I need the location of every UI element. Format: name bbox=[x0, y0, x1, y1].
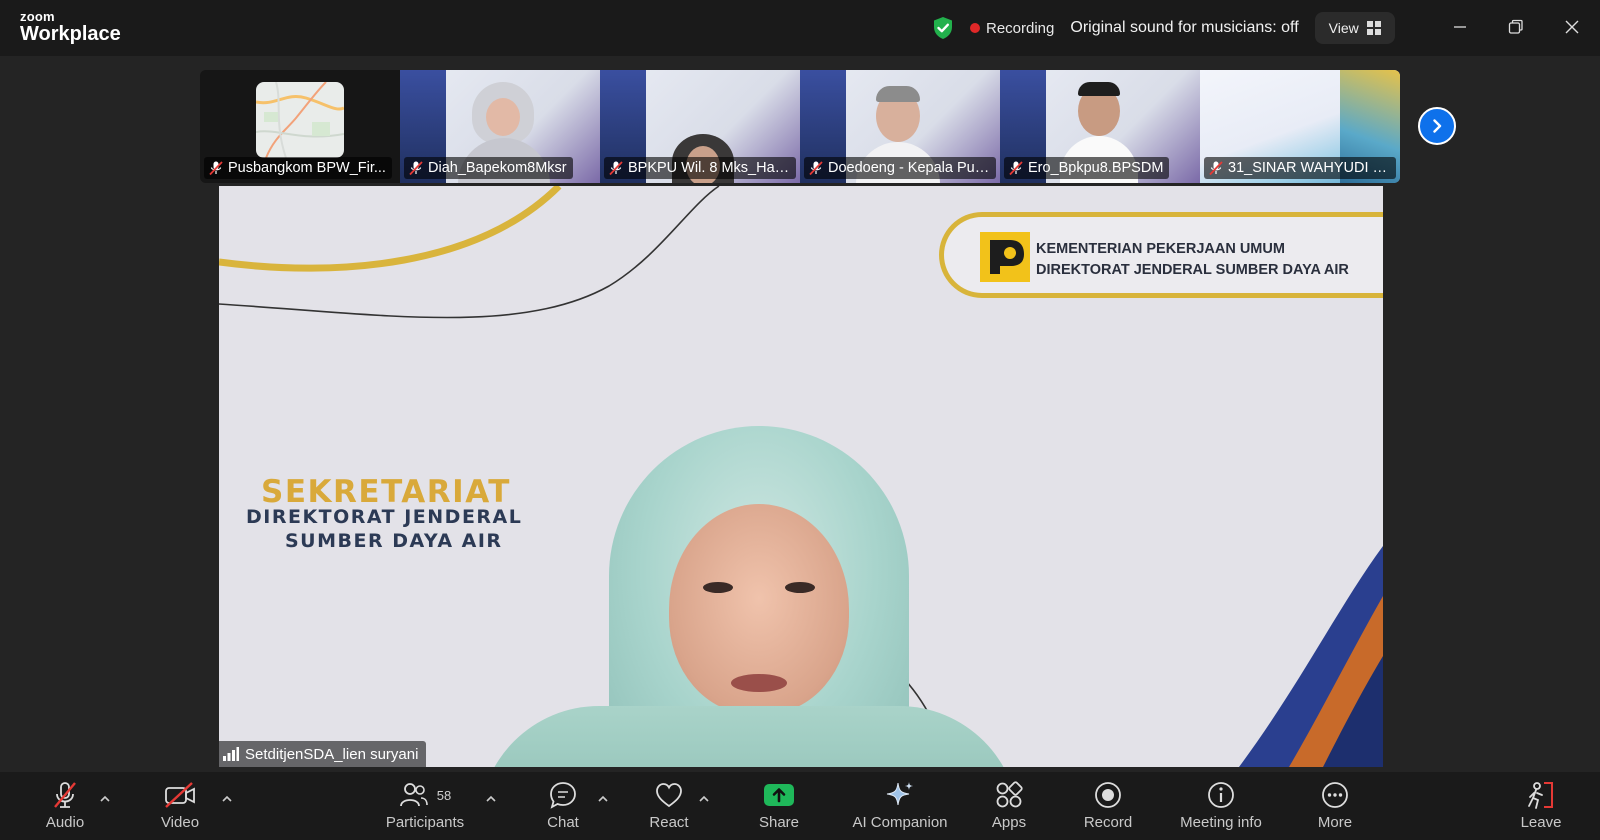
minimize-button[interactable] bbox=[1440, 10, 1480, 44]
signal-bars-icon bbox=[223, 747, 239, 761]
react-options-caret[interactable] bbox=[697, 792, 711, 806]
audio-options-caret[interactable] bbox=[98, 792, 112, 806]
mic-muted-icon bbox=[609, 161, 623, 176]
ai-companion-button[interactable]: AI Companion bbox=[848, 778, 952, 836]
video-options-caret[interactable] bbox=[220, 792, 234, 806]
more-dots-icon bbox=[1322, 782, 1348, 808]
chevron-up-icon bbox=[222, 795, 232, 802]
chat-button[interactable]: Chat bbox=[538, 778, 588, 836]
participants-icon bbox=[399, 783, 428, 807]
video-button[interactable]: Video bbox=[155, 778, 205, 836]
record-icon bbox=[1095, 782, 1121, 808]
recording-dot-icon bbox=[970, 23, 980, 33]
close-button[interactable] bbox=[1552, 10, 1592, 44]
shield-icon[interactable] bbox=[930, 15, 956, 41]
participant-name-label: Pusbangkom BPW_Fir... bbox=[204, 157, 392, 179]
participant-strip: Pusbangkom BPW_Fir... Diah_Bapekom8Mksr … bbox=[200, 70, 1400, 183]
ministry-logo-icon bbox=[980, 232, 1030, 282]
chevron-up-icon bbox=[699, 795, 709, 802]
restore-button[interactable] bbox=[1496, 10, 1536, 44]
share-screen-icon bbox=[764, 784, 794, 806]
audio-button[interactable]: Audio bbox=[40, 778, 90, 836]
participant-name-label: Doedoeng - Kepala Pusb... bbox=[804, 157, 996, 179]
grid-icon bbox=[1366, 21, 1381, 35]
view-button[interactable]: View bbox=[1314, 12, 1395, 44]
chevron-up-icon bbox=[486, 795, 496, 802]
apps-button[interactable]: Apps bbox=[984, 778, 1034, 836]
mic-muted-icon bbox=[809, 161, 823, 176]
map-avatar-icon bbox=[256, 82, 344, 158]
brand-large: Workplace bbox=[20, 23, 121, 45]
participant-count: 58 bbox=[436, 787, 452, 803]
meeting-toolbar: Audio Video 58 Participants Chat React S… bbox=[0, 772, 1600, 840]
background-subtitle-1: DIREKTORAT JENDERAL bbox=[246, 506, 523, 528]
meeting-status: Recording Original sound for musicians: … bbox=[930, 12, 1395, 44]
original-sound-status[interactable]: Original sound for musicians: off bbox=[1070, 19, 1298, 37]
restore-icon bbox=[1508, 19, 1523, 34]
participant-tile[interactable]: 31_SINAR WAHYUDI S... bbox=[1200, 70, 1400, 183]
sparkle-icon bbox=[886, 782, 913, 806]
chevron-up-icon bbox=[100, 795, 110, 802]
leave-button[interactable]: Leave bbox=[1516, 778, 1566, 836]
mic-muted-icon bbox=[209, 161, 223, 176]
background-subtitle-2: SUMBER DAYA AIR bbox=[285, 530, 503, 552]
logo-line-1: KEMENTERIAN PEKERJAAN UMUM bbox=[1036, 241, 1285, 257]
participant-name-label: Ero_Bpkpu8.BPSDM bbox=[1004, 157, 1170, 179]
recording-indicator[interactable]: Recording bbox=[986, 20, 1054, 37]
participant-tile[interactable]: Diah_Bapekom8Mksr bbox=[400, 70, 600, 183]
participant-tile[interactable]: Pusbangkom BPW_Fir... bbox=[200, 70, 400, 183]
next-page-button[interactable] bbox=[1418, 107, 1456, 145]
mic-muted-icon bbox=[54, 782, 76, 808]
mic-muted-icon bbox=[1209, 161, 1223, 176]
speaker-mouth bbox=[731, 674, 787, 692]
close-icon bbox=[1565, 20, 1579, 34]
info-icon bbox=[1208, 782, 1234, 808]
leave-icon bbox=[1528, 782, 1553, 809]
chat-icon bbox=[550, 782, 576, 809]
share-button[interactable]: Share bbox=[752, 778, 806, 836]
video-off-icon bbox=[165, 782, 195, 808]
apps-icon bbox=[996, 781, 1023, 808]
brand-small: zoom bbox=[20, 9, 55, 24]
speaker-eye-left bbox=[703, 582, 733, 593]
participant-name-label: BPKPU Wil. 8 Mks_Has... bbox=[604, 157, 796, 179]
participants-options-caret[interactable] bbox=[484, 792, 498, 806]
meeting-info-button[interactable]: Meeting info bbox=[1174, 778, 1268, 836]
minimize-icon bbox=[1454, 26, 1466, 28]
active-speaker-video[interactable]: SEKRETARIAT DIREKTORAT JENDERAL SUMBER D… bbox=[219, 186, 1383, 767]
logo-line-2: DIREKTORAT JENDERAL SUMBER DAYA AIR bbox=[1036, 262, 1349, 278]
participant-name-label: Diah_Bapekom8Mksr bbox=[404, 157, 573, 179]
mic-muted-icon bbox=[409, 161, 423, 176]
title-bar: zoom Workplace Recording Original sound … bbox=[0, 0, 1600, 56]
chat-options-caret[interactable] bbox=[596, 792, 610, 806]
heart-icon bbox=[656, 783, 682, 808]
participant-tile[interactable]: Doedoeng - Kepala Pusb... bbox=[800, 70, 1000, 183]
app-logo: zoom Workplace bbox=[20, 10, 121, 44]
participant-tile[interactable]: Ero_Bpkpu8.BPSDM bbox=[1000, 70, 1200, 183]
ministry-logo-banner: KEMENTERIAN PEKERJAAN UMUM DIREKTORAT JE… bbox=[939, 212, 1383, 298]
view-label: View bbox=[1328, 20, 1359, 36]
speaker-eye-right bbox=[785, 582, 815, 593]
mic-muted-icon bbox=[1009, 161, 1023, 176]
chevron-right-icon bbox=[1433, 119, 1442, 133]
participant-name-label: 31_SINAR WAHYUDI S... bbox=[1204, 157, 1396, 179]
more-button[interactable]: More bbox=[1310, 778, 1360, 836]
participants-button[interactable]: 58 Participants bbox=[380, 778, 470, 836]
speaker-body bbox=[479, 706, 1019, 767]
speaker-name-label: SetditjenSDA_lien suryani bbox=[219, 741, 427, 767]
record-button[interactable]: Record bbox=[1080, 778, 1136, 836]
react-button[interactable]: React bbox=[642, 778, 696, 836]
chevron-up-icon bbox=[598, 795, 608, 802]
background-title: SEKRETARIAT bbox=[261, 474, 511, 510]
participant-tile[interactable]: BPKPU Wil. 8 Mks_Has... bbox=[600, 70, 800, 183]
